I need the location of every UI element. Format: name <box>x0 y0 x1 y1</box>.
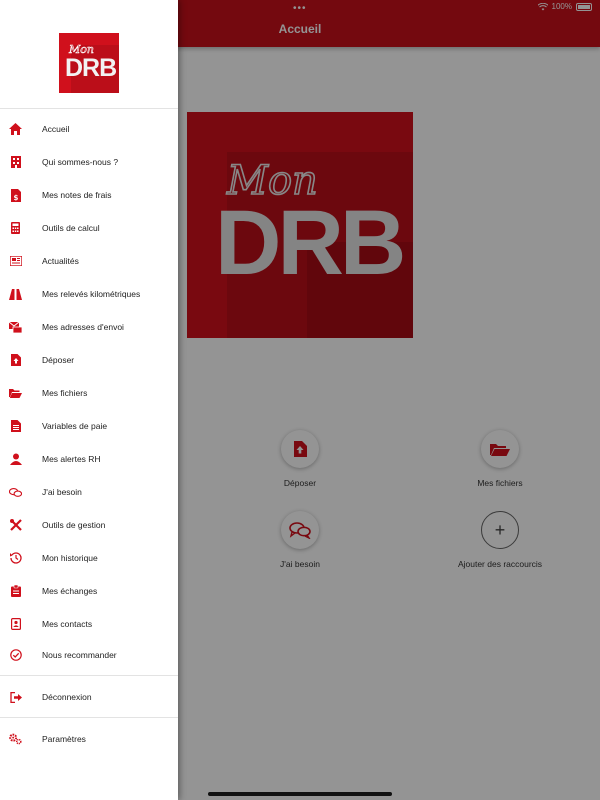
drawer-header: Mon DRB <box>0 0 178 109</box>
menu-item-qui-sommes-nous[interactable]: Qui sommes-nous ? <box>0 147 178 177</box>
menu-item-parametres[interactable]: Paramètres <box>0 724 178 754</box>
menu-item-mes-fichiers[interactable]: Mes fichiers <box>0 378 178 408</box>
svg-text:DRB: DRB <box>65 54 116 82</box>
menu-item-variables-de-paie[interactable]: Variables de paie <box>0 411 178 441</box>
home-indicator[interactable] <box>208 792 392 796</box>
navigation-drawer: Mon DRB Accueil Qui sommes-nous ? $ Mes … <box>0 0 178 800</box>
menu-item-actualites[interactable]: Actualités <box>0 246 178 276</box>
contact-card-icon <box>9 618 22 631</box>
tools-icon <box>9 519 22 532</box>
menu-item-deconnexion[interactable]: Déconnexion <box>0 682 178 712</box>
receipt-icon: $ <box>9 188 22 202</box>
svg-text:$: $ <box>13 194 18 202</box>
history-icon <box>9 552 22 565</box>
menu-item-releves-kilometriques[interactable]: Mes relevés kilométriques <box>0 279 178 309</box>
logout-icon <box>9 691 22 704</box>
calculator-icon <box>9 222 22 235</box>
clipboard-icon <box>9 585 22 598</box>
upload-file-icon <box>9 354 22 367</box>
folder-open-icon <box>9 387 22 400</box>
chat-bubbles-icon <box>9 486 22 499</box>
menu-item-mes-contacts[interactable]: Mes contacts <box>0 609 178 639</box>
menu-divider <box>0 717 178 718</box>
road-icon <box>9 288 22 301</box>
menu-item-mes-echanges[interactable]: Mes échanges <box>0 576 178 606</box>
menu-item-deposer[interactable]: Déposer <box>0 345 178 375</box>
menu-item-adresses-envoi[interactable]: Mes adresses d'envoi <box>0 312 178 342</box>
newspaper-icon <box>9 255 22 268</box>
menu-item-outils-de-calcul[interactable]: Outils de calcul <box>0 213 178 243</box>
menu-item-nous-recommander[interactable]: Nous recommander <box>0 640 178 670</box>
menu-item-jai-besoin[interactable]: J'ai besoin <box>0 477 178 507</box>
settings-icon <box>9 733 22 746</box>
menu-item-notes-de-frais[interactable]: $ Mes notes de frais <box>0 180 178 210</box>
user-alert-icon <box>9 453 22 466</box>
menu-item-accueil[interactable]: Accueil <box>0 114 178 144</box>
document-icon <box>9 420 22 433</box>
home-icon <box>9 123 22 136</box>
mail-address-icon <box>9 321 22 334</box>
menu-divider <box>0 675 178 676</box>
menu-item-alertes-rh[interactable]: Mes alertes RH <box>0 444 178 474</box>
check-circle-icon <box>9 649 22 662</box>
menu-item-outils-de-gestion[interactable]: Outils de gestion <box>0 510 178 540</box>
menu-item-mon-historique[interactable]: Mon historique <box>0 543 178 573</box>
building-icon <box>9 156 22 169</box>
drawer-logo: Mon DRB <box>59 33 119 93</box>
